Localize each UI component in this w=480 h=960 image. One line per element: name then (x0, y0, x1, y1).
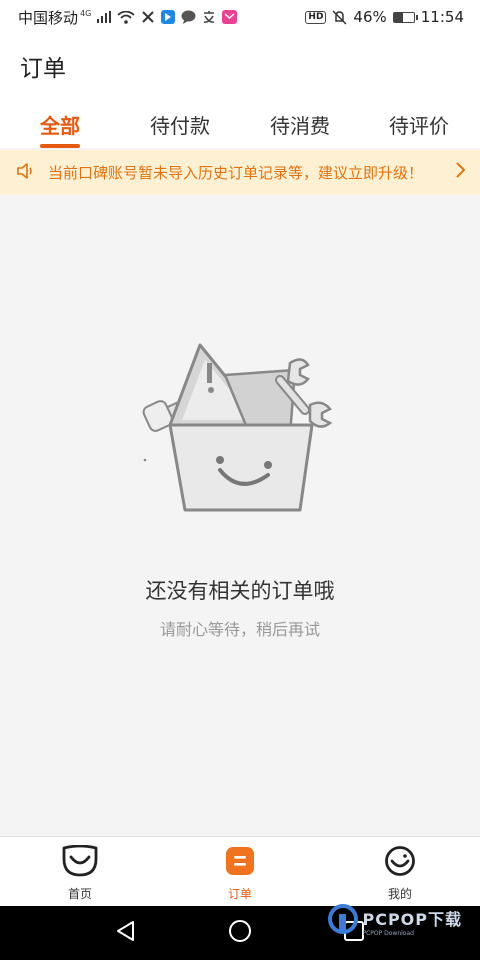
empty-state-subtitle: 请耐心等待，稍后再试 (159, 620, 320, 639)
chevron-right-icon (454, 160, 466, 185)
translate-app-icon (202, 10, 216, 24)
nav-orders-label: 订单 (227, 887, 252, 901)
mail-app-icon (222, 10, 238, 24)
upgrade-notice-banner[interactable]: 当前口碑账号暂未导入历史订单记录等，建议立即升级！ (0, 150, 480, 195)
back-icon[interactable] (115, 920, 137, 946)
carrier-label: 中国移动 (18, 8, 79, 27)
page-header: 订单 (0, 34, 480, 98)
clock: 11:54 (420, 8, 464, 26)
page-title: 订单 (20, 56, 66, 82)
tab-pending-review[interactable]: 待评价 (389, 110, 449, 139)
battery-percent: 46% (353, 8, 387, 26)
order-icon (224, 847, 256, 881)
battery-fill (393, 12, 403, 22)
nav-home[interactable]: 首页 (40, 844, 120, 902)
tab-all[interactable]: 全部 (40, 110, 80, 139)
nav-orders[interactable]: 订单 (200, 845, 280, 902)
nav-profile-label: 我的 (387, 887, 412, 901)
wifi-icon (117, 10, 135, 24)
bookmark-app-icon (161, 10, 176, 24)
speaker-icon (16, 162, 36, 184)
order-tabs: 全部 待付款 待消费 待评价 (0, 98, 480, 148)
status-right: HD 46% 11:54 (305, 8, 464, 26)
hd-badge: HD (305, 10, 327, 24)
toolbox-illustration (130, 335, 340, 519)
watermark-text-group: PCPOP下载 PCPOP Download (362, 906, 462, 937)
watermark-logo-icon (328, 904, 359, 938)
status-bar: 中国移动 4G HD 46% 11:54 (0, 0, 480, 34)
battery-icon (392, 11, 418, 23)
empty-state-title: 还没有相关的订单哦 (145, 579, 335, 603)
bottom-nav: 首页 订单 我的 (0, 836, 480, 906)
home-face-icon (62, 844, 98, 881)
home-icon[interactable] (228, 919, 252, 947)
signal-icon (97, 11, 112, 23)
watermark-text: PCPOP下载 (362, 909, 462, 929)
nav-home-label: 首页 (67, 887, 92, 901)
pcpop-watermark: PCPOP下载 PCPOP Download (328, 904, 462, 938)
notice-text: 当前口碑账号暂未导入历史订单记录等，建议立即升级！ (48, 164, 424, 182)
active-tab-indicator (40, 144, 80, 148)
nav-profile[interactable]: 我的 (360, 845, 440, 902)
profile-icon (384, 846, 416, 881)
app-notification-icon (141, 10, 155, 24)
tab-pending-use[interactable]: 待消费 (270, 110, 330, 139)
tab-pending-payment[interactable]: 待付款 (150, 110, 210, 139)
chat-bubble-icon (181, 10, 196, 24)
order-list-area: 还没有相关的订单哦 请耐心等待，稍后再试 (0, 195, 480, 836)
watermark-sub: PCPOP Download (362, 929, 414, 937)
status-left: 中国移动 4G (18, 7, 238, 28)
mute-bell-icon (332, 9, 347, 25)
network-type-icon: 4G (80, 8, 92, 18)
